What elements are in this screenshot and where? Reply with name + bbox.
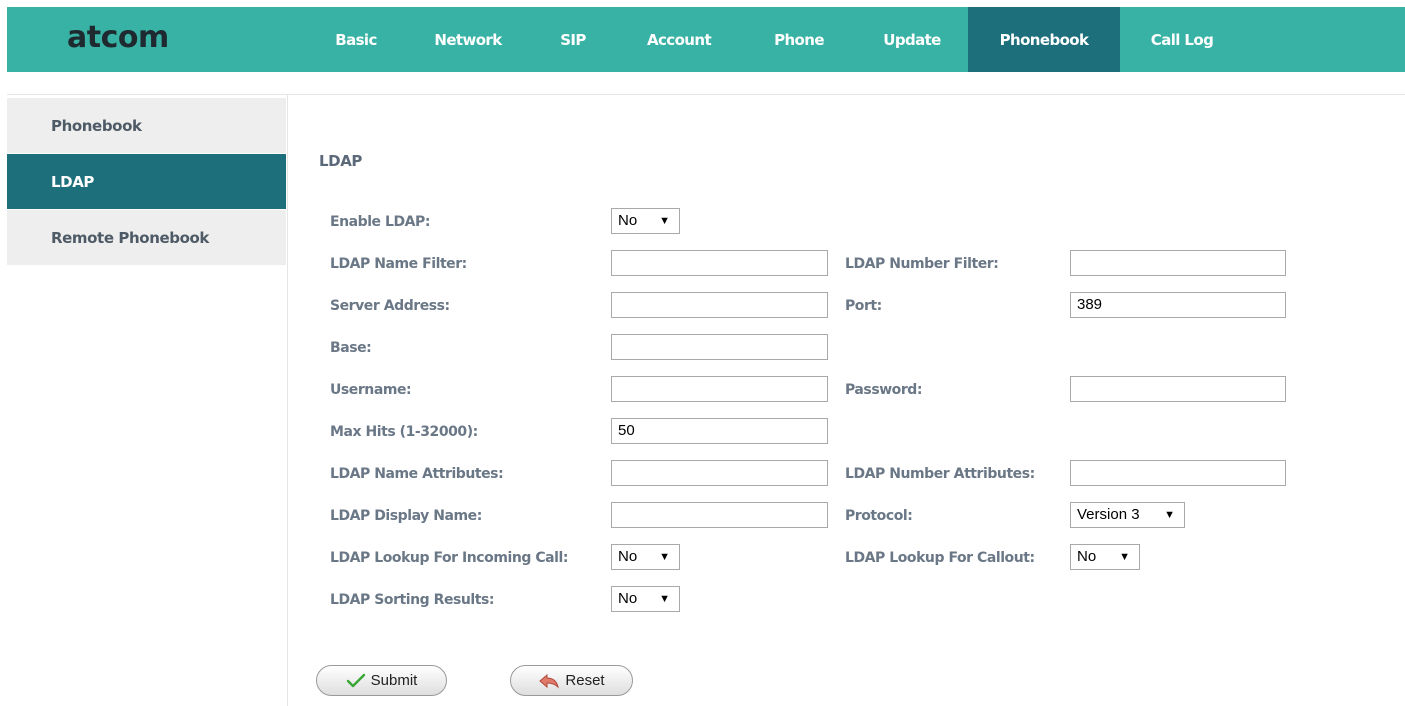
enable-ldap-select[interactable]: No ▼	[611, 208, 680, 234]
ldap-name-attributes-input[interactable]	[611, 460, 828, 486]
enable-ldap-value: No	[618, 212, 638, 229]
username-label: Username:	[330, 382, 412, 398]
ldap-lookup-incoming-label: LDAP Lookup For Incoming Call:	[330, 550, 568, 566]
dropdown-arrow-icon: ▼	[659, 551, 670, 563]
ldap-lookup-callout-select[interactable]: No ▼	[1070, 544, 1140, 570]
ldap-sorting-results-select[interactable]: No ▼	[611, 586, 680, 612]
nav-tab-update[interactable]: Update	[861, 7, 963, 72]
ldap-name-filter-input[interactable]	[611, 250, 828, 276]
server-address-input[interactable]	[611, 292, 828, 318]
base-label: Base:	[330, 340, 372, 356]
ldap-lookup-callout-value: No	[1077, 548, 1097, 565]
sidebar-item-remote-phonebook[interactable]: Remote Phonebook	[7, 210, 286, 265]
nav-tab-basic[interactable]: Basic	[315, 7, 397, 72]
ldap-name-attributes-label: LDAP Name Attributes:	[330, 466, 504, 482]
submit-button-label: Submit	[370, 672, 418, 689]
sidebar-item-ldap[interactable]: LDAP	[7, 154, 286, 209]
ldap-lookup-callout-label: LDAP Lookup For Callout:	[845, 550, 1035, 566]
ldap-number-attributes-input[interactable]	[1070, 460, 1286, 486]
ldap-sorting-results-value: No	[618, 590, 638, 607]
enable-ldap-label: Enable LDAP:	[330, 214, 431, 230]
top-navigation-bar: atcom Basic Network SIP Account Phone Up…	[7, 7, 1405, 72]
ldap-sorting-results-label: LDAP Sorting Results:	[330, 592, 495, 608]
dropdown-arrow-icon: ▼	[659, 593, 670, 605]
undo-arrow-icon	[539, 673, 560, 689]
max-hits-label: Max Hits (1-32000):	[330, 424, 478, 440]
ldap-number-attributes-label: LDAP Number Attributes:	[845, 466, 1035, 482]
server-address-label: Server Address:	[330, 298, 450, 314]
ldap-name-filter-label: LDAP Name Filter:	[330, 256, 467, 272]
password-input[interactable]	[1070, 376, 1286, 402]
port-input[interactable]: 389	[1070, 292, 1286, 318]
nav-tab-account[interactable]: Account	[621, 7, 737, 72]
ldap-lookup-incoming-value: No	[618, 548, 638, 565]
atcom-logo: atcom	[67, 20, 169, 55]
sidebar-divider	[287, 95, 288, 706]
sidebar-item-phonebook[interactable]: Phonebook	[7, 98, 286, 153]
protocol-select[interactable]: Version 3 ▼	[1070, 502, 1185, 528]
nav-tab-call-log[interactable]: Call Log	[1130, 7, 1234, 72]
ldap-display-name-label: LDAP Display Name:	[330, 508, 482, 524]
header-divider	[7, 94, 1405, 95]
ldap-number-filter-input[interactable]	[1070, 250, 1286, 276]
dropdown-arrow-icon: ▼	[1164, 509, 1175, 521]
protocol-label: Protocol:	[845, 508, 913, 524]
password-label: Password:	[845, 382, 923, 398]
nav-tab-phone[interactable]: Phone	[753, 7, 845, 72]
reset-button[interactable]: Reset	[510, 665, 633, 696]
ldap-lookup-incoming-select[interactable]: No ▼	[611, 544, 680, 570]
dropdown-arrow-icon: ▼	[1119, 551, 1130, 563]
base-input[interactable]	[611, 334, 828, 360]
checkmark-icon	[346, 673, 365, 687]
dropdown-arrow-icon: ▼	[659, 215, 670, 227]
reset-button-label: Reset	[565, 672, 605, 689]
ldap-display-name-input[interactable]	[611, 502, 828, 528]
ldap-number-filter-label: LDAP Number Filter:	[845, 256, 999, 272]
page-title: LDAP	[319, 152, 363, 170]
nav-tab-network[interactable]: Network	[411, 7, 525, 72]
nav-tab-sip[interactable]: SIP	[541, 7, 605, 72]
max-hits-input[interactable]: 50	[611, 418, 828, 444]
nav-tab-phonebook[interactable]: Phonebook	[968, 7, 1120, 72]
username-input[interactable]	[611, 376, 828, 402]
protocol-value: Version 3	[1077, 506, 1140, 523]
submit-button[interactable]: Submit	[316, 665, 447, 696]
port-label: Port:	[845, 298, 882, 314]
